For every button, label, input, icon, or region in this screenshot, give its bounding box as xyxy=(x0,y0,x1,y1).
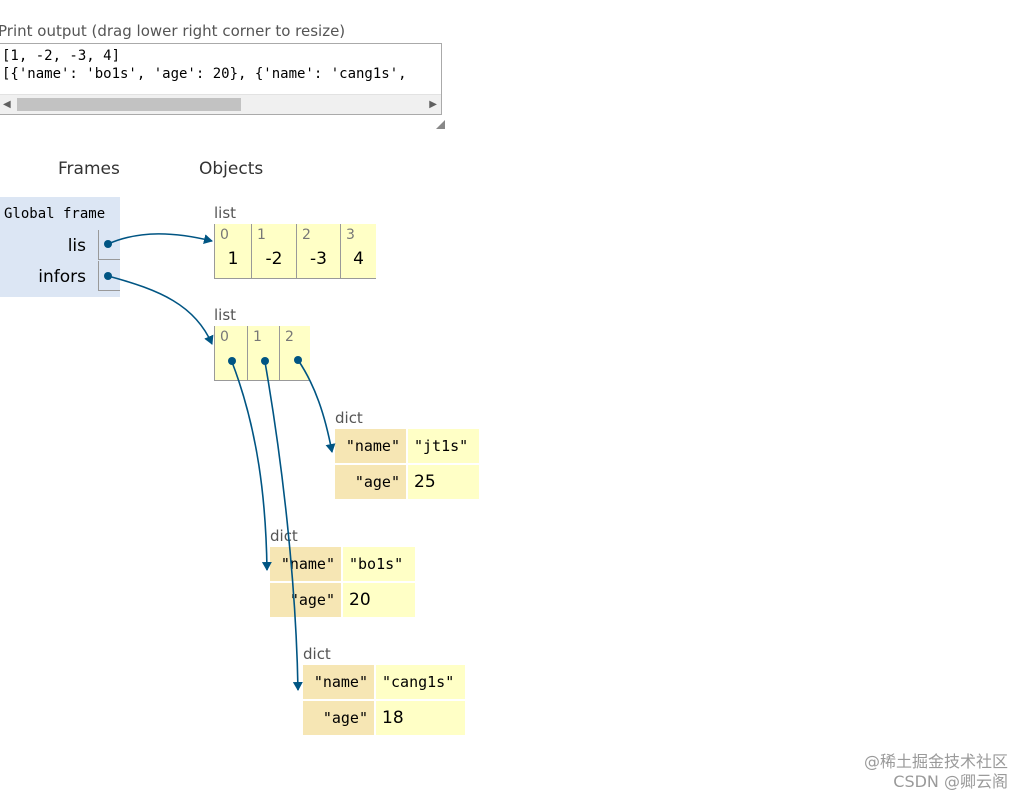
dict-bo-type-label: dict xyxy=(270,527,298,545)
resize-handle-icon[interactable] xyxy=(436,120,445,129)
list1-cell: 0 1 xyxy=(214,224,251,279)
list1-cell: 1 -2 xyxy=(251,224,296,279)
list1-cell: 3 4 xyxy=(340,224,376,279)
print-output-line-1: [1, -2, -3, 4] xyxy=(2,48,121,64)
watermark: @稀土掘金技术社区 CSDN @卿云阁 xyxy=(864,752,1008,792)
dict-key: "age" xyxy=(335,465,406,499)
list-index: 0 xyxy=(220,227,229,243)
dict-key: "name" xyxy=(303,665,374,699)
list-value: -2 xyxy=(265,249,283,269)
list-index: 0 xyxy=(220,329,229,345)
horizontal-scrollbar[interactable]: ◀ ▶ xyxy=(0,94,441,114)
frames-heading: Frames xyxy=(58,159,120,179)
list-value: 4 xyxy=(353,249,364,269)
watermark-line-1: @稀土掘金技术社区 xyxy=(863,752,1008,771)
list-index: 2 xyxy=(285,329,294,345)
var-pointer-infors xyxy=(98,261,120,291)
dict-value: 18 xyxy=(376,701,465,735)
list2-type-label: list xyxy=(214,306,237,324)
list-value: -3 xyxy=(310,249,327,269)
list-index: 2 xyxy=(302,227,311,243)
print-output-box[interactable]: [1, -2, -3, 4] [{'name': 'bo1s', 'age': … xyxy=(0,43,442,115)
arrow-list2-0-to-dict-bo xyxy=(231,361,272,571)
arrow-lis-to-list1 xyxy=(107,233,213,245)
dict-bo: "name" "bo1s" "age" 20 xyxy=(270,547,415,617)
dict-key: "name" xyxy=(270,547,341,581)
dict-value: "cang1s" xyxy=(376,665,465,699)
list1-type-label: list xyxy=(214,204,237,222)
list-value: 1 xyxy=(227,249,239,269)
list2-cell: 1 xyxy=(247,326,279,381)
print-output-line-2: [{'name': 'bo1s', 'age': 20}, {'name': '… xyxy=(2,66,407,82)
objects-heading: Objects xyxy=(199,159,264,179)
list1: 0 1 1 -2 2 -3 3 4 xyxy=(214,224,376,279)
var-pointer-lis xyxy=(98,230,120,260)
watermark-line-2: CSDN @卿云阁 xyxy=(893,772,1008,791)
dict-value: 20 xyxy=(343,583,415,617)
dict-jt-type-label: dict xyxy=(335,409,363,427)
global-frame: Global frame lis infors xyxy=(0,197,120,297)
dict-value: 25 xyxy=(408,465,479,499)
print-output-label: Print output (drag lower right corner to… xyxy=(0,22,346,40)
dict-value: "bo1s" xyxy=(343,547,415,581)
arrow-list2-1-to-dict-cang xyxy=(264,361,303,691)
list1-cell: 2 -3 xyxy=(296,224,340,279)
dict-cang: "name" "cang1s" "age" 18 xyxy=(303,665,465,735)
scrollbar-thumb[interactable] xyxy=(17,98,241,111)
dict-key: "age" xyxy=(270,583,341,617)
dict-cang-type-label: dict xyxy=(303,645,331,663)
list-index: 1 xyxy=(257,227,266,243)
list2-cell: 2 xyxy=(279,326,310,381)
dict-key: "age" xyxy=(303,701,374,735)
dict-value: "jt1s" xyxy=(408,429,479,463)
var-name-lis: lis xyxy=(67,236,86,256)
pointer-arrows xyxy=(104,233,336,691)
list-index: 3 xyxy=(346,227,355,243)
list-index: 1 xyxy=(253,329,262,345)
scroll-left-icon[interactable]: ◀ xyxy=(3,99,11,110)
dict-jt: "name" "jt1s" "age" 25 xyxy=(335,429,479,499)
arrow-infors-to-list2 xyxy=(107,275,214,345)
var-name-infors: infors xyxy=(38,267,86,287)
scroll-right-icon[interactable]: ▶ xyxy=(429,99,437,110)
dict-key: "name" xyxy=(335,429,406,463)
list2: 0 1 2 xyxy=(214,326,310,381)
global-frame-title: Global frame xyxy=(4,206,106,222)
list2-cell: 0 xyxy=(214,326,247,381)
